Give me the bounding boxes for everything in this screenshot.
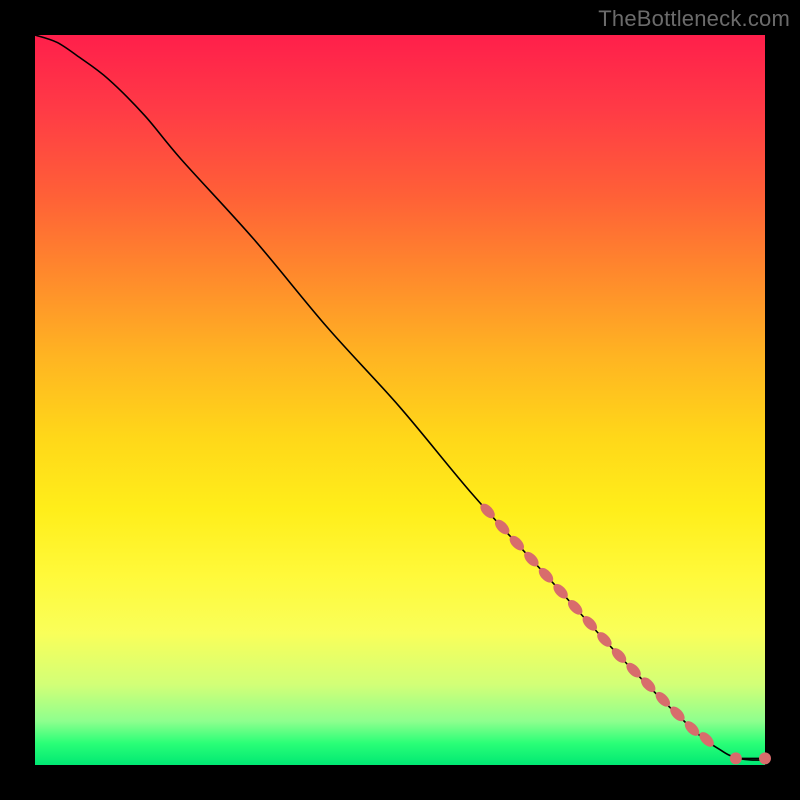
end-marker xyxy=(759,752,771,764)
chart-frame: TheBottleneck.com xyxy=(0,0,800,800)
curve-markers xyxy=(478,501,717,749)
end-marker xyxy=(730,752,742,764)
end-markers xyxy=(730,752,771,764)
plot-area xyxy=(35,35,765,765)
curve-svg xyxy=(35,35,765,765)
main-curve xyxy=(35,35,765,760)
watermark-text: TheBottleneck.com xyxy=(598,6,790,32)
